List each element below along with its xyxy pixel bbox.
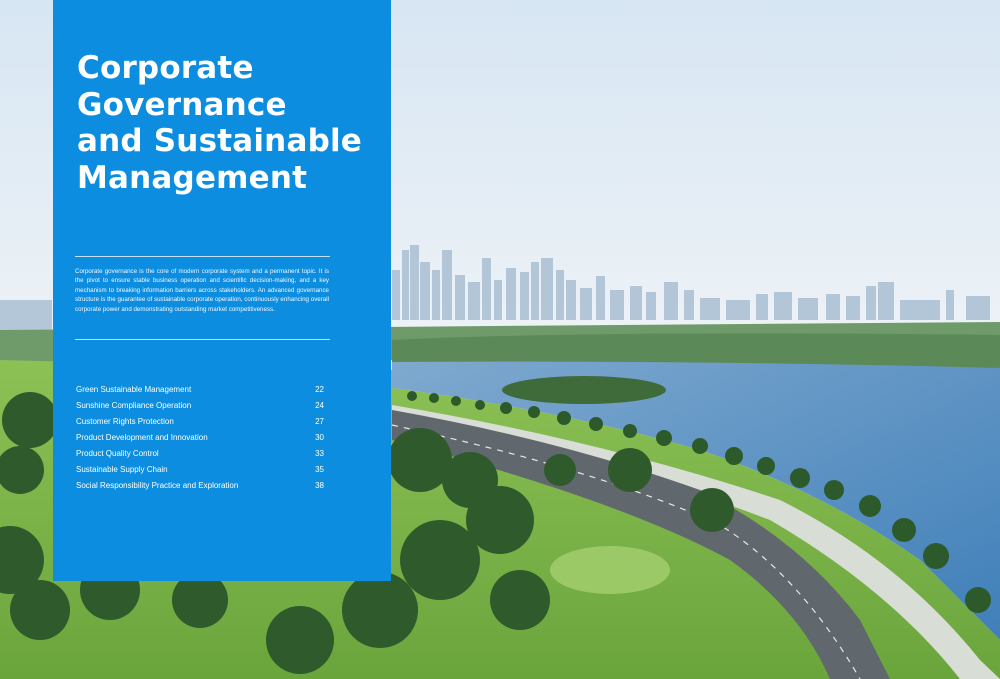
chapter-title-line-3: and Sustainable: [77, 123, 363, 159]
chapter-title-line-4: Management: [77, 159, 308, 196]
toc-item[interactable]: Sustainable Supply Chain 35: [76, 461, 324, 477]
toc-item-label: Green Sustainable Management: [76, 384, 192, 394]
chapter-title-line-1: Corporate: [77, 50, 254, 86]
toc-item-page: 22: [315, 384, 324, 394]
toc-item[interactable]: Green Sustainable Management 22: [76, 381, 324, 397]
toc-item[interactable]: Product Development and Innovation 30: [76, 429, 324, 445]
toc-item-page: 30: [315, 432, 324, 442]
chapter-title-line-2: Governance: [77, 86, 287, 123]
chapter-intro: Corporate governance is the core of mode…: [75, 268, 329, 313]
toc-item[interactable]: Customer Rights Protection 27: [76, 413, 324, 429]
toc-item-page: 35: [315, 464, 324, 474]
toc-item-label: Customer Rights Protection: [76, 416, 174, 426]
divider-top: [75, 256, 330, 257]
toc-item[interactable]: Social Responsibility Practice and Explo…: [76, 477, 324, 493]
chapter-title: Corporate Governance and Sustainable Man…: [77, 50, 377, 196]
toc-item-page: 33: [315, 448, 324, 458]
toc-item-label: Product Development and Innovation: [76, 432, 208, 442]
toc-item-page: 38: [315, 480, 324, 490]
chapter-panel: Corporate Governance and Sustainable Man…: [53, 0, 391, 581]
divider-bottom: [75, 339, 330, 340]
toc-item-label: Product Quality Control: [76, 448, 159, 458]
toc-item-label: Sustainable Supply Chain: [76, 464, 168, 474]
toc-item[interactable]: Sunshine Compliance Operation 24: [76, 397, 324, 413]
toc-item-label: Social Responsibility Practice and Explo…: [76, 480, 239, 490]
toc-item-page: 27: [315, 416, 324, 426]
toc-item-page: 24: [315, 400, 324, 410]
table-of-contents: Green Sustainable Management 22 Sunshine…: [76, 381, 324, 493]
toc-item-label: Sunshine Compliance Operation: [76, 400, 192, 410]
toc-item[interactable]: Product Quality Control 33: [76, 445, 324, 461]
